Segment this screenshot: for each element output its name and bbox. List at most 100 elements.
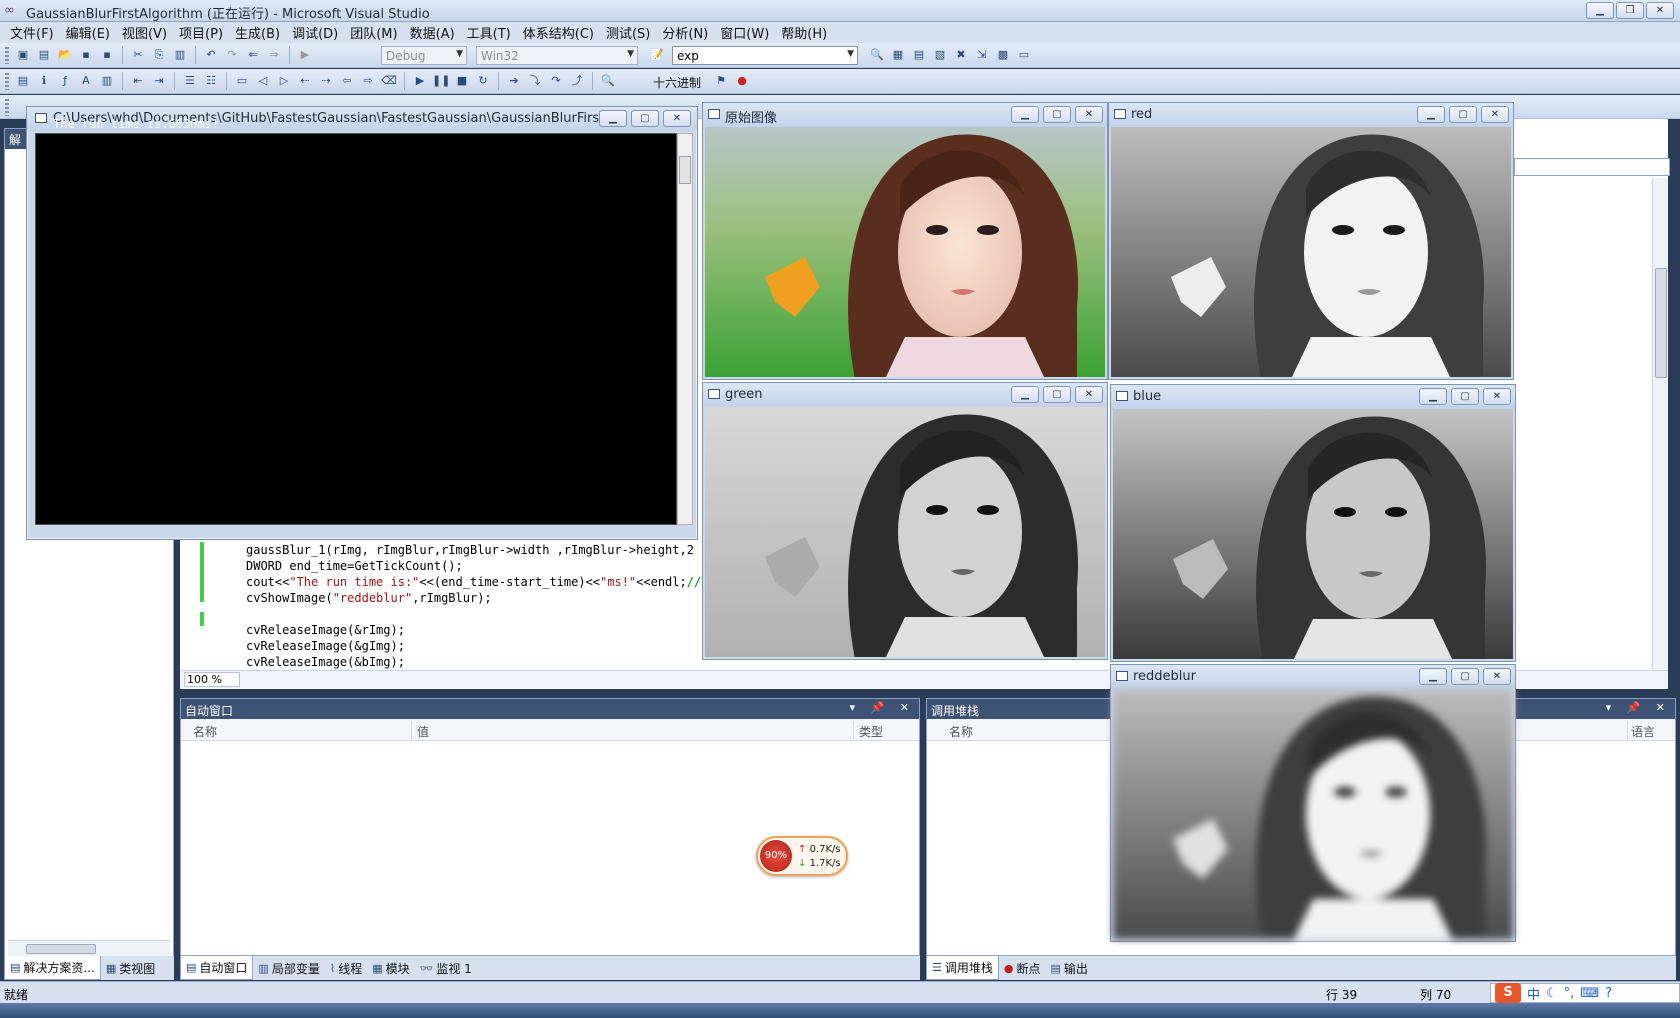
image-window-green[interactable]: green ▁ ▢ ✕ (702, 382, 1108, 660)
tab-class-view[interactable]: ▦ 类视图 (101, 957, 160, 980)
break-all-icon[interactable]: ❚❚ (432, 72, 450, 90)
menu-window[interactable]: 窗口(W) (714, 23, 775, 42)
member-navigation-dropdown[interactable] (1514, 158, 1670, 176)
tab-solution-explorer[interactable]: ▤ 解决方案资... (4, 956, 101, 980)
tab-breakpoints[interactable]: ● 断点 (999, 957, 1046, 980)
comment-icon[interactable]: ☰ (181, 72, 199, 90)
text-editor-icon[interactable]: ▤ (14, 72, 32, 90)
add-item-icon[interactable]: ▤ (35, 46, 53, 64)
next-bookmark-doc-icon[interactable]: ⇨ (359, 72, 377, 90)
breakpoints-window-icon[interactable]: ⚑ (712, 72, 730, 90)
menu-tools[interactable]: 工具(T) (461, 23, 517, 42)
uncomment-icon[interactable]: ☷ (202, 72, 220, 90)
left-panel-hscrollbar[interactable] (8, 940, 170, 956)
navigate-backward-icon[interactable]: ⇐ (244, 46, 262, 64)
close-button[interactable]: ✕ (1075, 386, 1103, 403)
tab-autos[interactable]: ▤ 自动窗口 (180, 956, 254, 980)
navigate-forward-icon[interactable]: ⇒ (265, 46, 283, 64)
toolbar-grip[interactable] (5, 47, 9, 64)
step-into-icon[interactable]: ⤵ (526, 72, 544, 90)
menu-debug[interactable]: 调试(D) (286, 23, 344, 42)
image-window-original[interactable]: 原始图像 ▁ ▢ ✕ (702, 102, 1108, 380)
quick-info-icon[interactable]: ℹ (35, 72, 53, 90)
step-out-icon[interactable]: ⤴ (568, 72, 586, 90)
prev-bookmark-folder-icon[interactable]: ⇠ (296, 72, 314, 90)
console-output-area[interactable] (35, 133, 677, 525)
scroll-thumb[interactable] (679, 156, 691, 184)
save-all-icon[interactable]: ▪ (98, 46, 116, 64)
image-window-reddeblur[interactable]: reddeblur ▁ ▢ ✕ (1110, 664, 1516, 942)
menu-edit[interactable]: 编辑(E) (60, 23, 116, 42)
start-page-icon[interactable]: ⇲ (973, 46, 991, 64)
step-over-icon[interactable]: ↷ (547, 72, 565, 90)
network-monitor-widget[interactable]: 90% ↑ 0.7K/s ↓ 1.7K/s (756, 836, 848, 876)
prev-bookmark-icon[interactable]: ◁ (254, 72, 272, 90)
minimize-button[interactable]: ▁ (1419, 668, 1447, 685)
close-button[interactable]: ✕ (663, 110, 691, 127)
toolbox-icon[interactable]: ✖ (952, 46, 970, 64)
maximize-button[interactable]: ▢ (1451, 668, 1479, 685)
close-button[interactable]: ✕ (1075, 106, 1103, 123)
minimize-button[interactable]: ▁ (1417, 106, 1445, 123)
new-project-icon[interactable]: ▣ (14, 46, 32, 64)
find-icon[interactable]: 🔍 (868, 46, 886, 64)
minimize-button[interactable]: ▁ (1011, 386, 1039, 403)
parameter-info-icon[interactable]: ƒ (56, 72, 74, 90)
save-icon[interactable]: ▪ (77, 46, 95, 64)
menu-help[interactable]: 帮助(H) (775, 23, 833, 42)
scroll-thumb[interactable] (1655, 268, 1667, 378)
menu-team[interactable]: 团队(M) (344, 23, 403, 42)
menu-view[interactable]: 视图(V) (116, 23, 173, 42)
platform-select[interactable]: Win32 ▼ (476, 46, 638, 65)
close-button[interactable]: ✕ (1483, 388, 1511, 405)
redo-icon[interactable]: ↷ (223, 46, 241, 64)
minimize-button[interactable]: ▁ (1419, 388, 1447, 405)
console-vscrollbar[interactable] (677, 133, 693, 525)
menu-project[interactable]: 项目(P) (173, 23, 229, 42)
complete-word-icon[interactable]: A (77, 72, 95, 90)
next-bookmark-folder-icon[interactable]: ⇢ (317, 72, 335, 90)
undo-icon[interactable]: ↶ (202, 46, 220, 64)
tab-output[interactable]: ▤ 输出 (1046, 957, 1093, 980)
tab-watch-1[interactable]: 👓 监视 1 (415, 957, 477, 980)
clear-bookmarks-icon[interactable]: ⌫ (380, 72, 398, 90)
tab-locals[interactable]: ▥ 局部变量 (253, 957, 324, 980)
editor-vscrollbar[interactable] (1652, 178, 1668, 670)
menu-file[interactable]: 文件(F) (4, 23, 60, 42)
col-language[interactable]: 语言 (1631, 723, 1655, 740)
col-name[interactable]: 名称 (949, 723, 973, 740)
maximize-button[interactable]: ▢ (1043, 106, 1071, 123)
col-name[interactable]: 名称 (193, 723, 217, 740)
show-next-statement-icon[interactable]: ➔ (505, 72, 523, 90)
code-text[interactable]: gaussBlur_1(rImg, rImgBlur,rImgBlur->wid… (246, 542, 716, 670)
panel-buttons[interactable]: ▾ 📌 ✕ (1606, 701, 1671, 714)
command-window-icon[interactable]: ▭ (1015, 46, 1033, 64)
menu-architecture[interactable]: 体系结构(C) (517, 23, 600, 42)
restore-button[interactable]: ❐ (1616, 2, 1644, 19)
hex-display-toggle[interactable]: 十六进制 (653, 74, 701, 91)
punctuation-icon[interactable]: °, (1564, 986, 1575, 1001)
ime-toolbar[interactable]: S 中 ☾ °, ⌨ ? (1490, 983, 1680, 1003)
find-combo[interactable]: exp ▼ (672, 46, 858, 65)
outdent-icon[interactable]: ⇤ (129, 72, 147, 90)
find-in-files-icon[interactable]: 📝 (648, 46, 666, 64)
minimize-button[interactable]: ▁ (1586, 2, 1614, 19)
object-browser-icon[interactable]: ▧ (931, 46, 949, 64)
properties-icon[interactable]: ▤ (910, 46, 928, 64)
list-members-icon[interactable]: ▥ (98, 72, 116, 90)
maximize-button[interactable]: ▢ (631, 110, 659, 127)
stop-debugging-icon[interactable]: ■ (453, 72, 471, 90)
toolbar-grip[interactable] (5, 73, 9, 90)
sogou-icon[interactable]: S (1495, 983, 1521, 1003)
record-icon[interactable]: ● (733, 72, 751, 90)
ime-language[interactable]: 中 (1527, 984, 1540, 1003)
solution-explorer-icon[interactable]: ▦ (889, 46, 907, 64)
maximize-button[interactable]: ▢ (1043, 386, 1071, 403)
menu-test[interactable]: 测试(S) (600, 23, 656, 42)
minimize-button[interactable]: ▁ (1011, 106, 1039, 123)
menu-analyze[interactable]: 分析(N) (656, 23, 714, 42)
close-button[interactable]: ✕ (1481, 106, 1509, 123)
copy-icon[interactable]: ⎘ (150, 46, 168, 64)
menu-data[interactable]: 数据(A) (404, 23, 461, 42)
console-window[interactable]: C:\Users\whd\Documents\GitHub\FastestGau… (26, 106, 698, 540)
